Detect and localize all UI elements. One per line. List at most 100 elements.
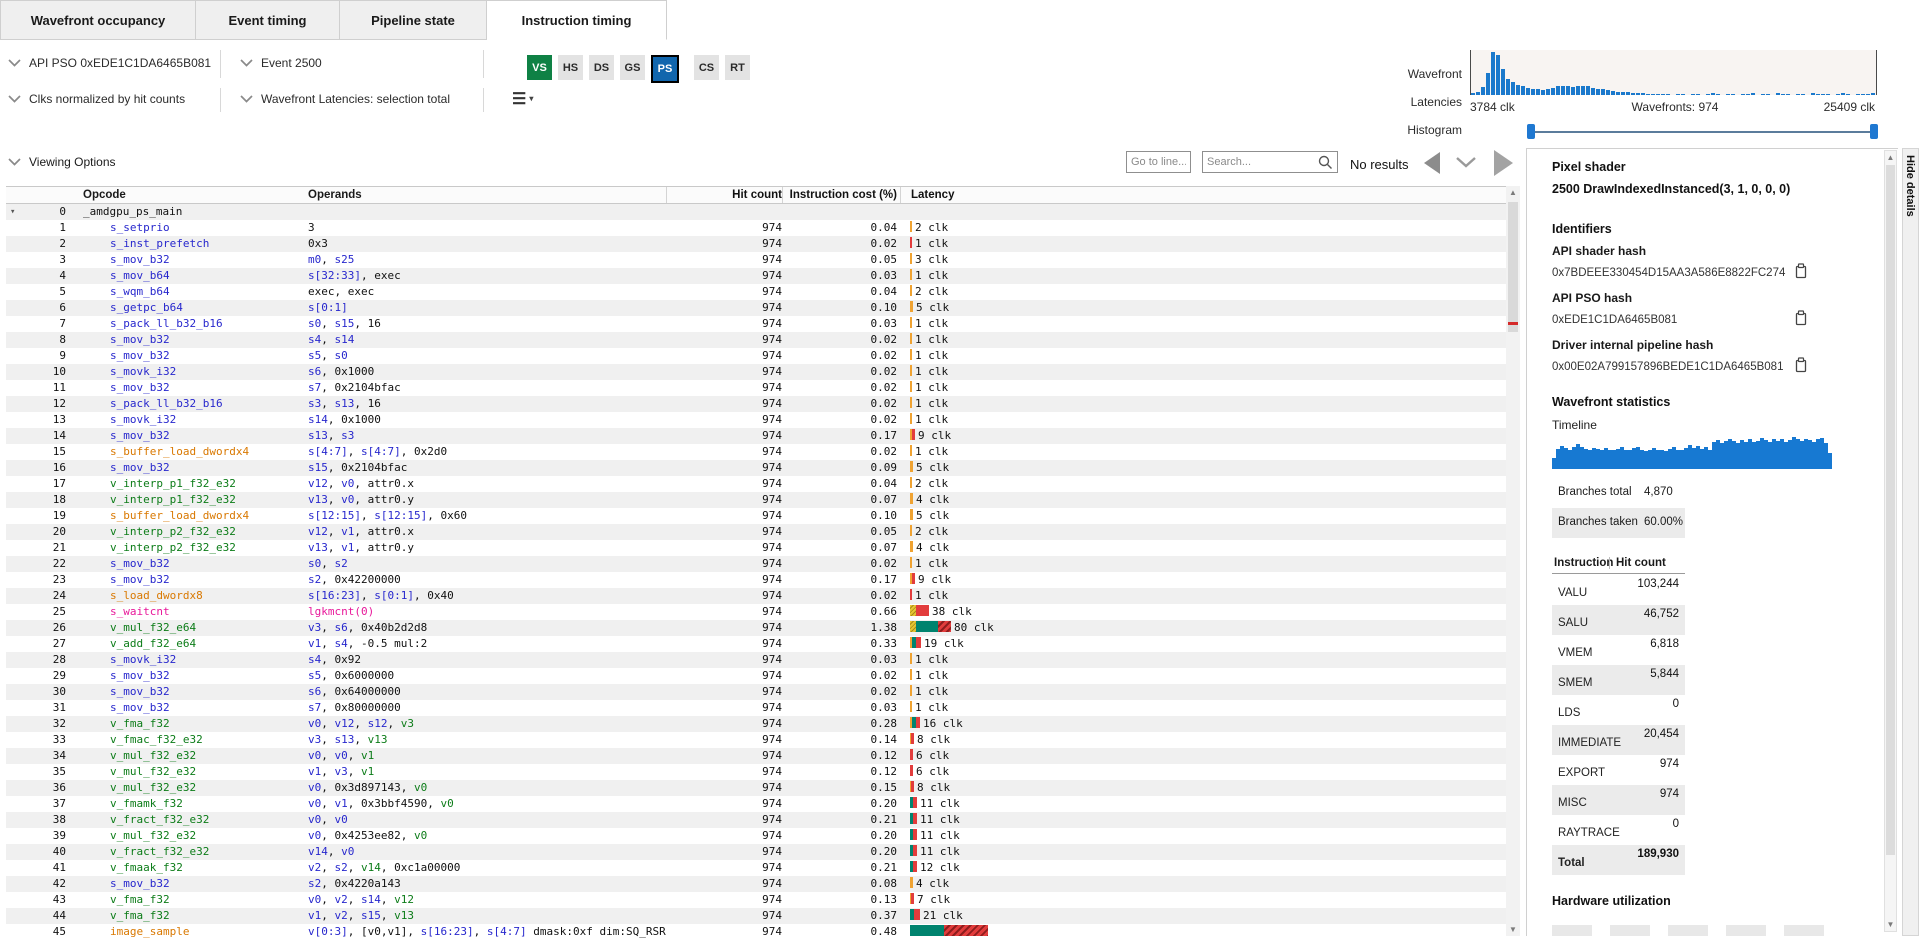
table-row[interactable]: 27v_add_f32_e64v1, s4, -0.5 mul:29740.33… <box>6 636 1506 652</box>
column-header-operands[interactable]: Operands <box>302 189 666 201</box>
copy-to-clipboard-icon[interactable] <box>1794 357 1808 376</box>
menu-button[interactable]: ☰▾ <box>512 89 533 109</box>
table-row[interactable]: 8s_mov_b32s4, s149740.021 clk <box>6 332 1506 348</box>
table-row[interactable]: 28s_movk_i32s4, 0x929740.031 clk <box>6 652 1506 668</box>
hide-details-button[interactable]: Hide details <box>1902 148 1919 936</box>
stat-label: IMMEDIATE <box>1558 737 1621 749</box>
table-row[interactable]: 24s_load_dwordx8s[16:23], s[0:1], 0x4097… <box>6 588 1506 604</box>
goto-line-input[interactable] <box>1126 151 1191 173</box>
chevron-down-icon[interactable] <box>1455 156 1477 174</box>
table-row[interactable]: 5s_wqm_b64exec, exec9740.042 clk <box>6 284 1506 300</box>
table-row[interactable]: 6s_getpc_b64s[0:1]9740.105 clk <box>6 300 1506 316</box>
table-row[interactable]: 45image_samplev[0:3], [v0,v1], s[16:23],… <box>6 924 1506 940</box>
table-row[interactable]: 13s_movk_i32s14, 0x10009740.021 clk <box>6 412 1506 428</box>
wavefront-latency-histogram[interactable] <box>1470 50 1877 95</box>
stage-button-rt[interactable]: RT <box>725 55 750 80</box>
table-row[interactable]: 0▾_amdgpu_ps_main <box>6 204 1506 220</box>
table-row[interactable]: 21v_interp_p2_f32_e32v13, v1, attr0.y974… <box>6 540 1506 556</box>
table-row[interactable]: 20v_interp_p2_f32_e32v12, v1, attr0.x974… <box>6 524 1506 540</box>
normalize-dropdown[interactable]: Clks normalized by hit counts <box>8 92 185 106</box>
table-row[interactable]: 14s_mov_b32s13, s39740.179 clk <box>6 428 1506 444</box>
histogram-label: Wavefront Latencies Histogram <box>1330 60 1462 144</box>
scrollbar-thumb[interactable] <box>1508 202 1518 332</box>
event-dropdown[interactable]: Event 2500 <box>240 56 322 70</box>
histogram-range-slider-track[interactable] <box>1531 131 1875 133</box>
panel-top-border <box>1526 148 1898 149</box>
pso-dropdown[interactable]: API PSO 0xEDE1C1DA6465B081 <box>8 56 211 70</box>
table-row[interactable]: 25s_waitcntlgkmcnt(0)9740.6638 clk <box>6 604 1506 620</box>
copy-to-clipboard-icon[interactable] <box>1794 263 1808 282</box>
table-row[interactable]: 42s_mov_b32s2, 0x4220a1439740.084 clk <box>6 876 1506 892</box>
table-row[interactable]: 30s_mov_b32s6, 0x640000009740.021 clk <box>6 684 1506 700</box>
latency-mode-dropdown[interactable]: Wavefront Latencies: selection total <box>240 92 450 106</box>
table-row[interactable]: 10s_movk_i32s6, 0x10009740.021 clk <box>6 364 1506 380</box>
histogram-slider-handle-right[interactable] <box>1870 124 1878 139</box>
stage-button-hs[interactable]: HS <box>558 55 583 80</box>
table-row[interactable]: 40v_fract_f32_e32v14, v09740.2011 clk <box>6 844 1506 860</box>
table-row[interactable]: 33v_fmac_f32_e32v3, s13, v139740.148 clk <box>6 732 1506 748</box>
table-row[interactable]: 16s_mov_b32s15, 0x2104bfac9740.095 clk <box>6 460 1506 476</box>
stage-button-vs[interactable]: VS <box>527 55 552 80</box>
chevron-down-icon <box>8 158 21 166</box>
column-header-latency[interactable]: Latency <box>900 187 1506 203</box>
viewing-options-dropdown[interactable]: Viewing Options <box>8 155 116 169</box>
latency-cell: 8 clk <box>900 732 1506 748</box>
tree-collapse-icon[interactable]: ▾ <box>10 204 15 220</box>
scroll-down-icon[interactable]: ▼ <box>1506 925 1520 934</box>
table-row[interactable]: 23s_mov_b32s2, 0x422000009740.179 clk <box>6 572 1506 588</box>
operands-cell: s5, 0x6000000 <box>302 668 666 684</box>
previous-result-button[interactable] <box>1424 152 1440 174</box>
scrollbar-thumb[interactable] <box>1886 165 1895 855</box>
stage-button-ds[interactable]: DS <box>589 55 614 80</box>
table-row[interactable]: 36v_mul_f32_e32v0, 0x3d897143, v09740.15… <box>6 780 1506 796</box>
table-row[interactable]: 29s_mov_b32s5, 0x60000009740.021 clk <box>6 668 1506 684</box>
tab-event-timing[interactable]: Event timing <box>196 0 340 40</box>
table-row[interactable]: 2s_inst_prefetch0x39740.021 clk <box>6 236 1506 252</box>
table-row[interactable]: 12s_pack_ll_b32_b16s3, s13, 169740.021 c… <box>6 396 1506 412</box>
table-row[interactable]: 18v_interp_p1_f32_e32v13, v0, attr0.y974… <box>6 492 1506 508</box>
table-row[interactable]: 39v_mul_f32_e32v0, 0x4253ee82, v09740.20… <box>6 828 1506 844</box>
stage-button-ps[interactable]: PS <box>651 55 679 83</box>
instruction-cost-cell: 0.10 <box>782 300 900 316</box>
table-row[interactable]: 44v_fma_f32v1, v2, s15, v139740.3721 clk <box>6 908 1506 924</box>
latency-cell: 11 clk <box>900 812 1506 828</box>
table-row[interactable]: 19s_buffer_load_dwordx4s[12:15], s[12:15… <box>6 508 1506 524</box>
table-row[interactable]: 11s_mov_b32s7, 0x2104bfac9740.021 clk <box>6 380 1506 396</box>
scroll-up-icon[interactable]: ▲ <box>1506 188 1520 197</box>
table-row[interactable]: 26v_mul_f32_e64v3, s6, 0x40b2d2d89741.38… <box>6 620 1506 636</box>
table-row[interactable]: 41v_fmaak_f32v2, s2, v14, 0xc1a000009740… <box>6 860 1506 876</box>
stage-button-cs[interactable]: CS <box>694 55 719 80</box>
latency-value: 5 clk <box>916 301 949 314</box>
table-row[interactable]: 32v_fma_f32v0, v12, s12, v39740.2816 clk <box>6 716 1506 732</box>
table-row[interactable]: 37v_fmamk_f32v0, v1, 0x3bbf4590, v09740.… <box>6 796 1506 812</box>
table-row[interactable]: 17v_interp_p1_f32_e32v12, v0, attr0.x974… <box>6 476 1506 492</box>
histogram-slider-handle-left[interactable] <box>1527 124 1535 139</box>
table-row[interactable]: 38v_fract_f32_e32v0, v09740.2111 clk <box>6 812 1506 828</box>
table-row[interactable]: 43v_fma_f32v0, v2, s14, v129740.137 clk <box>6 892 1506 908</box>
tab-wavefront-occupancy[interactable]: Wavefront occupancy <box>0 0 196 40</box>
column-header-instruction-cost[interactable]: Instruction cost (%) <box>782 187 900 203</box>
copy-to-clipboard-icon[interactable] <box>1794 310 1808 329</box>
table-row[interactable]: 15s_buffer_load_dwordx4s[4:7], s[4:7], 0… <box>6 444 1506 460</box>
column-header-hit-count[interactable]: Hit count <box>666 187 782 203</box>
next-result-button[interactable] <box>1494 150 1513 176</box>
latency-bar-segment <box>914 909 920 920</box>
table-row[interactable]: 34v_mul_f32_e32v0, v0, v19740.126 clk <box>6 748 1506 764</box>
table-row[interactable]: 3s_mov_b32m0, s259740.053 clk <box>6 252 1506 268</box>
table-row[interactable]: 22s_mov_b32s0, s29740.021 clk <box>6 556 1506 572</box>
column-header-opcode[interactable]: Opcode <box>66 189 302 201</box>
table-row[interactable]: 4s_mov_b64s[32:33], exec9740.031 clk <box>6 268 1506 284</box>
table-row[interactable]: 35v_mul_f32_e32v1, v3, v19740.126 clk <box>6 764 1506 780</box>
toolbar-separator <box>220 50 221 78</box>
scroll-down-icon[interactable]: ▼ <box>1885 920 1896 929</box>
scroll-up-icon[interactable]: ▲ <box>1885 153 1896 162</box>
table-row[interactable]: 1s_setprio39740.042 clk <box>6 220 1506 236</box>
table-scrollbar[interactable]: ▲ ▼ <box>1506 186 1520 936</box>
details-scrollbar[interactable]: ▲ ▼ <box>1884 150 1897 932</box>
table-row[interactable]: 31s_mov_b32s7, 0x800000009740.031 clk <box>6 700 1506 716</box>
table-row[interactable]: 7s_pack_ll_b32_b16s0, s15, 169740.031 cl… <box>6 316 1506 332</box>
table-row[interactable]: 9s_mov_b32s5, s09740.021 clk <box>6 348 1506 364</box>
stage-button-gs[interactable]: GS <box>620 55 645 80</box>
tab-instruction-timing[interactable]: Instruction timing <box>487 0 667 40</box>
tab-pipeline-state[interactable]: Pipeline state <box>340 0 487 40</box>
